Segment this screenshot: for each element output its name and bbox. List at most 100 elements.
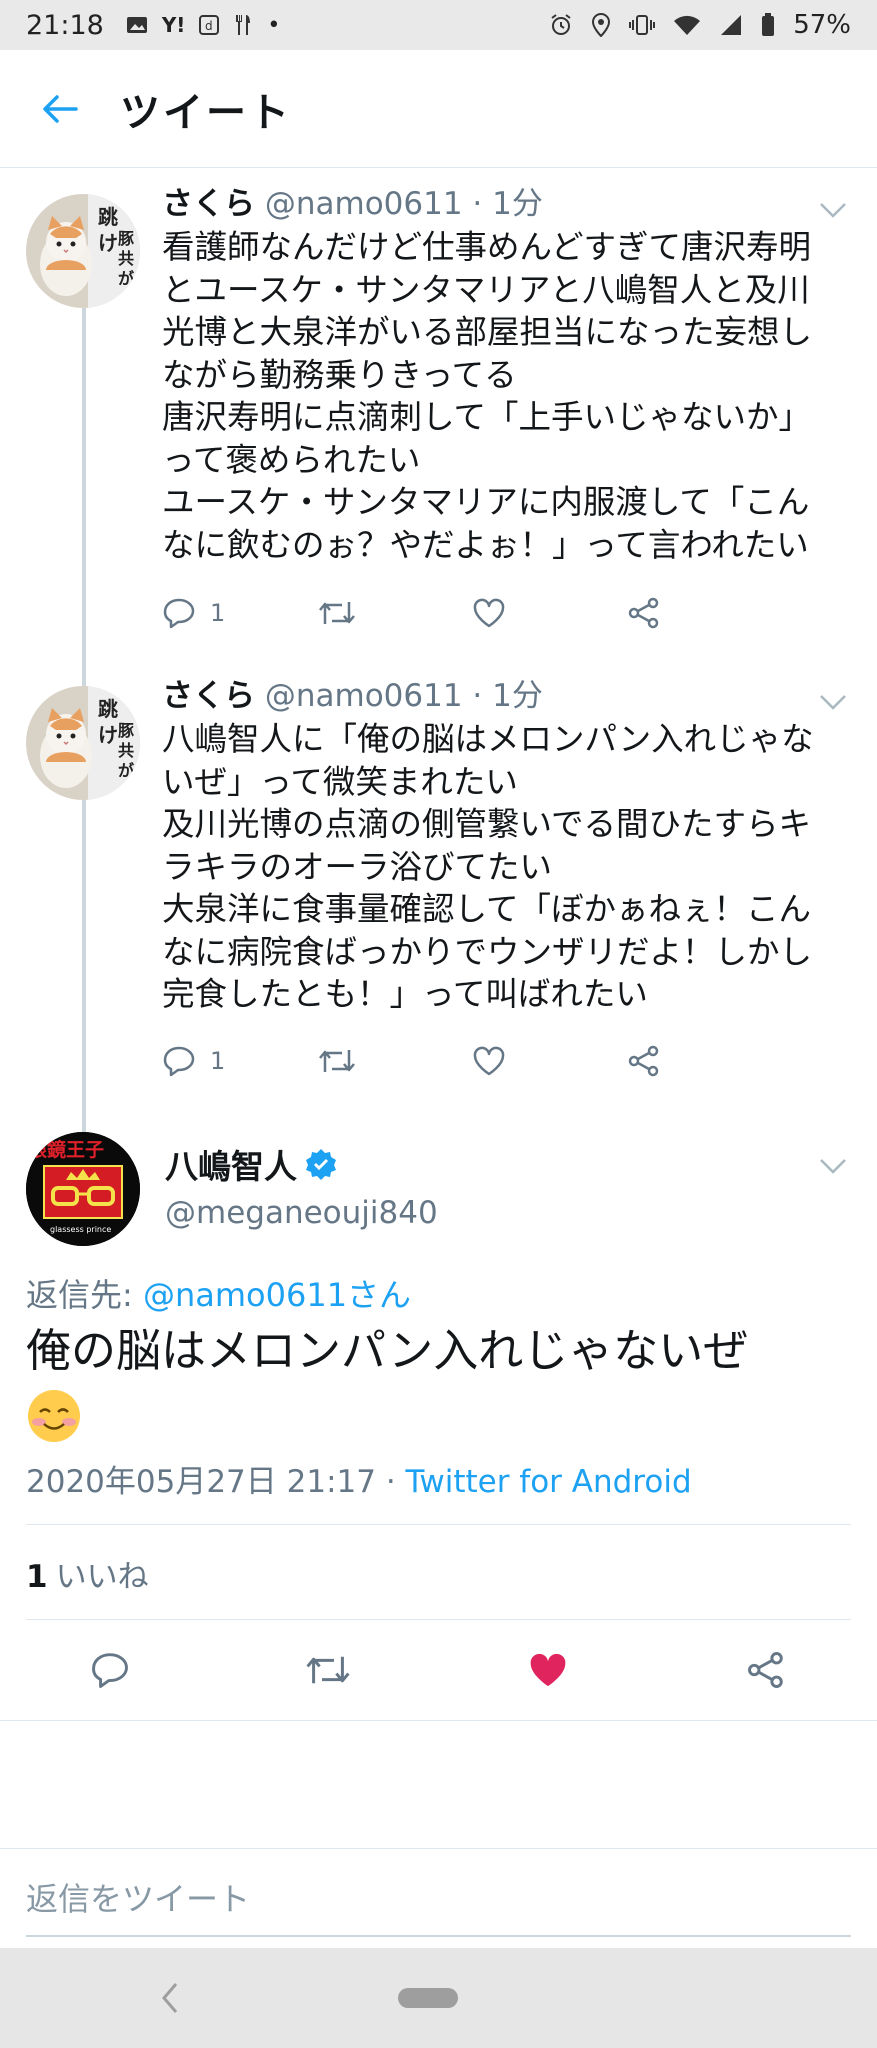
chevron-down-icon[interactable] [819, 200, 847, 220]
reply-icon [92, 1653, 128, 1688]
reply-icon [163, 598, 195, 629]
alarm-icon [551, 14, 571, 35]
share-button[interactable] [726, 1637, 806, 1703]
retweet-button[interactable] [317, 1046, 472, 1076]
reply-count: 1 [210, 1047, 226, 1075]
reply-button[interactable]: 1 [162, 1045, 317, 1077]
divider [0, 1848, 877, 1849]
main-tweet-actions [0, 1637, 877, 1703]
tweet-actions: 1 [162, 596, 782, 630]
share-icon [628, 1045, 659, 1077]
tweet-timestamp-row: 2020年05月27日 21:17 · Twitter for Android [26, 1456, 692, 1501]
glasses-prince-avatar-image: 眼鏡王子 glassess prince [26, 1132, 140, 1246]
heart-outline-icon [473, 598, 505, 628]
tweet-meta: さくら @namo0611 · 1分 [162, 184, 857, 224]
nav-back-icon[interactable] [158, 1978, 182, 2018]
tweet-meta: さくら @namo0611 · 1分 [162, 676, 857, 716]
main-tweet-text: 俺の脳はメロンパン入れじゃないぜ [26, 1320, 856, 1444]
share-button[interactable] [627, 1044, 782, 1078]
battery-icon [762, 13, 775, 36]
wifi-icon [674, 15, 701, 35]
like-label: いいね [55, 1559, 149, 1595]
tweet-timestamp: 2020年05月27日 21:17 · [26, 1464, 406, 1500]
cat-avatar-image: 跳 け 豚 共 が [26, 686, 140, 800]
retweet-icon [319, 602, 355, 624]
page-title: ツイート [120, 89, 292, 136]
client-link[interactable]: Twitter for Android [406, 1464, 692, 1500]
main-tweet-body: 俺の脳はメロンパン入れじゃないぜ [26, 1324, 749, 1377]
divider [26, 1524, 851, 1525]
like-count: 1 [26, 1559, 48, 1595]
share-icon [628, 597, 659, 629]
nav-home-pill[interactable] [398, 1988, 458, 2008]
tweet-text: 看護師なんだけど仕事めんどすぎて唐沢寿明 とユースケ・サンタマリアと八嶋智人と及… [162, 228, 813, 564]
author-handle[interactable]: @namo0611 [265, 186, 463, 222]
avatar[interactable]: 跳 け 豚 共 が [26, 194, 140, 308]
divider [0, 1720, 877, 1721]
cat-avatar-image: 跳 け 豚 共 が [26, 194, 140, 308]
smiling-face-emoji [26, 1388, 82, 1444]
gallery-icon [126, 17, 147, 33]
retweet-icon [306, 1656, 350, 1684]
svg-text:d: d [205, 19, 213, 33]
battery-level: 57% [793, 10, 851, 40]
restaurant-icon [236, 15, 251, 35]
author-name-row[interactable]: 八嶋智人 [165, 1140, 337, 1188]
share-button[interactable] [627, 596, 782, 630]
vibrate-icon [629, 15, 656, 35]
tweet-time: · 1分 [472, 678, 543, 714]
reply-to-line: 返信先: @namo0611さん [26, 1270, 411, 1316]
avatar[interactable]: 跳 け 豚 共 が [26, 686, 140, 800]
svg-text:豚: 豚 [118, 721, 134, 740]
retweet-button[interactable] [288, 1637, 368, 1703]
divider [26, 1619, 851, 1620]
reply-count: 1 [210, 599, 226, 627]
author-handle[interactable]: @meganeouji840 [165, 1195, 438, 1231]
like-button[interactable] [472, 598, 627, 628]
chevron-down-icon[interactable] [819, 692, 847, 712]
svg-text:跳: 跳 [98, 205, 118, 229]
like-button[interactable] [508, 1637, 588, 1703]
like-stats[interactable]: 1 いいね [26, 1551, 149, 1596]
system-nav-bar [0, 1948, 877, 2048]
author-name[interactable]: 八嶋智人 [165, 1140, 297, 1188]
top-bar: ツイート [0, 50, 877, 168]
reply-to-label: 返信先: [26, 1276, 143, 1314]
retweet-button[interactable] [317, 598, 472, 628]
signal-icon [721, 15, 742, 35]
status-time: 21:18 [26, 9, 104, 41]
back-arrow-icon [43, 94, 78, 123]
retweet-icon [319, 1050, 355, 1072]
svg-text:共: 共 [118, 741, 134, 760]
svg-text:共: 共 [118, 249, 134, 268]
reply-input[interactable]: 返信をツイート [26, 1874, 250, 1920]
svg-text:け: け [98, 723, 118, 747]
reply-to-link[interactable]: @namo0611さん [143, 1276, 411, 1314]
reply-icon [163, 1046, 195, 1077]
svg-text:が: が [118, 269, 134, 288]
tweet-text: 八嶋智人に「俺の脳はメロンパン入れじゃな いぜ」って微笑まれたい 及川光博の点滴… [162, 720, 814, 1013]
author-handle[interactable]: @namo0611 [265, 678, 463, 714]
yahoo-icon: Y! [161, 13, 186, 37]
reply-button[interactable]: 1 [162, 597, 317, 629]
svg-text:け: け [98, 231, 118, 255]
status-bar: 21:18 Y! d • 57% [0, 0, 877, 50]
reply-button[interactable] [70, 1637, 150, 1703]
avatar[interactable]: 眼鏡王子 glassess prince [26, 1132, 140, 1246]
svg-text:豚: 豚 [118, 229, 134, 248]
tweet-time: · 1分 [472, 186, 543, 222]
heart-filled-icon [530, 1653, 566, 1687]
heart-outline-icon [473, 1046, 505, 1076]
back-button[interactable] [0, 50, 120, 168]
author-name[interactable]: さくら [162, 186, 255, 222]
location-icon [592, 13, 611, 37]
svg-text:跳: 跳 [98, 697, 118, 721]
chevron-down-icon[interactable] [819, 1156, 847, 1176]
like-button[interactable] [472, 1046, 627, 1076]
tweet-actions: 1 [162, 1044, 782, 1078]
dot-icon: • [267, 12, 281, 38]
verified-badge-icon [306, 1149, 336, 1180]
smile-emoji-icon [28, 1390, 80, 1442]
share-icon [748, 1652, 783, 1688]
author-name[interactable]: さくら [162, 678, 255, 714]
